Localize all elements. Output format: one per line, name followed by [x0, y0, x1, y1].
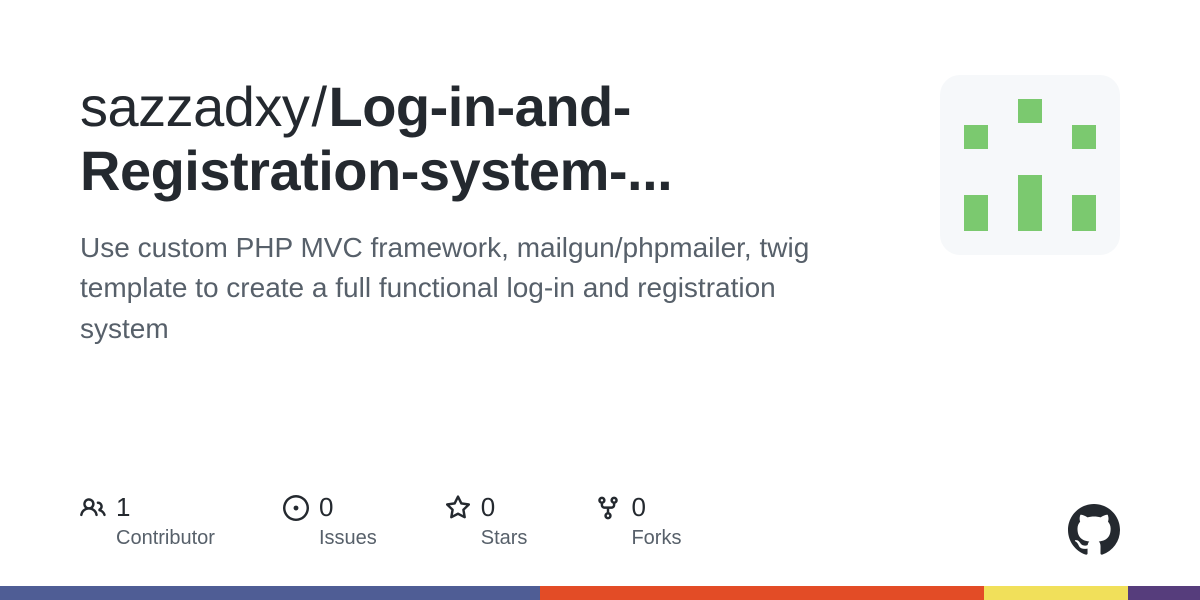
lang-segment-3 [984, 586, 1128, 600]
content-area: sazzadxy/Log-in-and-Registration-system-… [80, 75, 900, 350]
slash-separator: / [311, 75, 326, 138]
lang-segment-2 [540, 586, 984, 600]
people-icon [80, 495, 106, 521]
stars-label: Stars [481, 527, 528, 550]
stars-value: 0 [481, 492, 495, 523]
fork-icon [595, 495, 621, 521]
contributors-value: 1 [116, 492, 130, 523]
github-logo-icon[interactable] [1068, 504, 1120, 556]
language-color-bar [0, 586, 1200, 600]
repo-avatar [940, 75, 1120, 255]
repo-owner[interactable]: sazzadxy [80, 75, 309, 138]
star-icon [445, 495, 471, 521]
contributors-label: Contributor [116, 527, 215, 550]
stat-issues[interactable]: 0 Issues [283, 492, 377, 550]
issues-label: Issues [319, 527, 377, 550]
repo-description: Use custom PHP MVC framework, mailgun/ph… [80, 228, 860, 350]
forks-label: Forks [631, 527, 681, 550]
stat-forks[interactable]: 0 Forks [595, 492, 681, 550]
identicon-image [940, 75, 1120, 255]
repo-title: sazzadxy/Log-in-and-Registration-system-… [80, 75, 900, 204]
stat-contributors[interactable]: 1 Contributor [80, 492, 215, 550]
issue-icon [283, 495, 309, 521]
main-container: sazzadxy/Log-in-and-Registration-system-… [0, 0, 1200, 350]
issues-value: 0 [319, 492, 333, 523]
repo-stats: 1 Contributor 0 Issues 0 Stars 0 [80, 492, 681, 550]
lang-segment-1 [0, 586, 540, 600]
forks-value: 0 [631, 492, 645, 523]
lang-segment-4 [1128, 586, 1200, 600]
stat-stars[interactable]: 0 Stars [445, 492, 528, 550]
